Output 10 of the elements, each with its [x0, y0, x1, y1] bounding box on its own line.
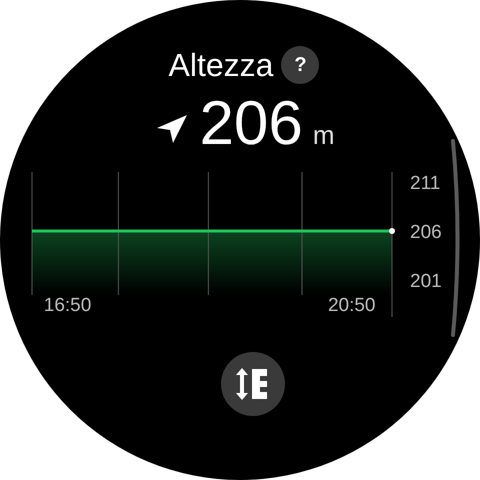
- y-axis-label: 211: [410, 173, 440, 194]
- y-axis-label: 206: [410, 222, 442, 244]
- altitude-unit: m: [312, 120, 335, 151]
- x-axis-label: 20:50: [328, 295, 376, 316]
- altitude-value: 206: [199, 90, 303, 158]
- help-button[interactable]: ?: [281, 46, 320, 84]
- x-axis-label: 16:50: [44, 295, 92, 316]
- screen-title: Altezza: [168, 46, 274, 84]
- current-point: [389, 228, 395, 234]
- y-axis-label: 201: [410, 271, 442, 292]
